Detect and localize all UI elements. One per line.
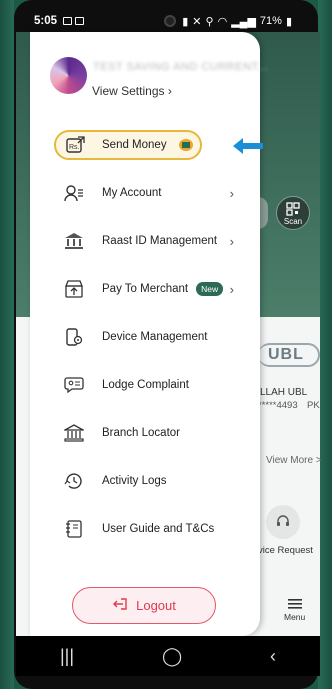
view-more-link[interactable]: View More > [266, 455, 322, 466]
logout-icon [112, 597, 128, 614]
battery-saver-icon: ▮ [182, 15, 189, 28]
drawer-item-label: Pay To Merchant [102, 283, 189, 295]
profile-header[interactable]: TEST SAVING AND CURRENT... [50, 57, 268, 94]
system-nav-bar: ||| ◯ ‹ [16, 636, 320, 676]
chevron-right-icon: › [167, 84, 172, 98]
battery-level: 71% [259, 15, 282, 27]
chevron-right-icon: › [229, 233, 234, 249]
drawer-item-raast-id[interactable]: Raast ID Management › [48, 226, 244, 256]
drawer-item-lodge-complaint[interactable]: Lodge Complaint [48, 370, 244, 400]
drawer-item-branch-locator[interactable]: Branch Locator [48, 418, 244, 448]
notification-icons [63, 17, 85, 25]
bank-id-icon [62, 230, 86, 252]
drawer-item-label: User Guide and T&Cs [102, 523, 215, 535]
drawer-item-label: My Account [102, 187, 162, 199]
chevron-right-icon: › [229, 185, 234, 201]
user-list-icon [62, 182, 86, 204]
hamburger-icon [287, 599, 302, 609]
back-icon[interactable]: ‹ [270, 646, 276, 667]
signal-icon: ▂▄▆ [231, 15, 256, 28]
side-drawer: TEST SAVING AND CURRENT... View Settings… [30, 32, 268, 636]
drawer-item-label: Send Money [102, 139, 167, 151]
device-gear-icon [62, 326, 86, 348]
rupee-send-icon: Rs. [64, 134, 88, 156]
mute-icon: ✕ [192, 15, 202, 28]
status-bar: 5:05 ▮ ✕ ⚲ ◠ ▂▄▆ 71% ▮ [0, 10, 304, 32]
menu-label: Menu [284, 612, 306, 622]
new-badge: New [196, 282, 224, 296]
drawer-item-label: Lodge Complaint [102, 379, 189, 391]
home-icon[interactable]: ◯ [162, 646, 182, 667]
mail-notification-icon [75, 17, 85, 25]
coin-icon [177, 137, 195, 153]
wifi-icon: ◠ [217, 15, 228, 28]
svg-text:Rs.: Rs. [69, 144, 80, 151]
view-settings-label: View Settings [92, 84, 165, 98]
chevron-right-icon: › [229, 281, 234, 297]
drawer-item-label: Branch Locator [102, 427, 180, 439]
drawer-item-label: Device Management [102, 331, 208, 343]
pointer-arrow-icon [233, 138, 263, 154]
drawer-item-device-management[interactable]: Device Management [48, 322, 244, 352]
recent-apps-icon[interactable]: ||| [60, 646, 74, 667]
drawer-item-label: Activity Logs [102, 475, 167, 487]
complaint-chat-icon [62, 374, 86, 396]
merchant-pay-icon [62, 278, 86, 300]
logout-label: Logout [136, 598, 176, 613]
headset-icon [277, 515, 289, 526]
drawer-item-label: Raast ID Management [102, 235, 218, 247]
logout-button[interactable]: Logout [72, 587, 216, 624]
view-settings-link[interactable]: View Settings › [92, 84, 172, 98]
drawer-item-send-money[interactable]: Rs. Send Money [54, 130, 202, 160]
guide-book-icon [62, 518, 86, 540]
account-extra: PK [307, 400, 320, 411]
menu-tab[interactable]: Menu [284, 598, 305, 622]
account-name: LLAH UBL [260, 387, 308, 398]
battery-icon: ▮ [285, 15, 292, 28]
scan-label: Scan [283, 217, 303, 226]
profile-name: TEST SAVING AND CURRENT... [93, 61, 269, 73]
qr-icon [286, 202, 300, 216]
background-frame-left [0, 0, 14, 689]
bank-building-icon [62, 422, 86, 444]
scan-button[interactable]: Scan [276, 196, 310, 230]
service-request-label: vice Request [258, 545, 313, 556]
avatar[interactable] [50, 57, 87, 94]
service-request-button[interactable] [266, 505, 300, 539]
drawer-item-activity-logs[interactable]: Activity Logs [48, 466, 244, 496]
ubl-logo: UBL [268, 346, 304, 363]
drawer-item-my-account[interactable]: My Account › [48, 178, 244, 208]
status-time: 5:05 [34, 15, 58, 27]
drawer-item-user-guide[interactable]: User Guide and T&Cs [48, 514, 244, 544]
background-frame-right [318, 0, 332, 689]
status-right: ▮ ✕ ⚲ ◠ ▂▄▆ 71% ▮ [182, 15, 292, 28]
front-camera [164, 15, 176, 27]
account-number: *****4493 [258, 400, 298, 411]
location-icon: ⚲ [205, 15, 214, 28]
image-notification-icon [63, 17, 73, 25]
clock-history-icon [62, 470, 86, 492]
drawer-item-pay-to-merchant[interactable]: Pay To Merchant New › [48, 274, 244, 304]
